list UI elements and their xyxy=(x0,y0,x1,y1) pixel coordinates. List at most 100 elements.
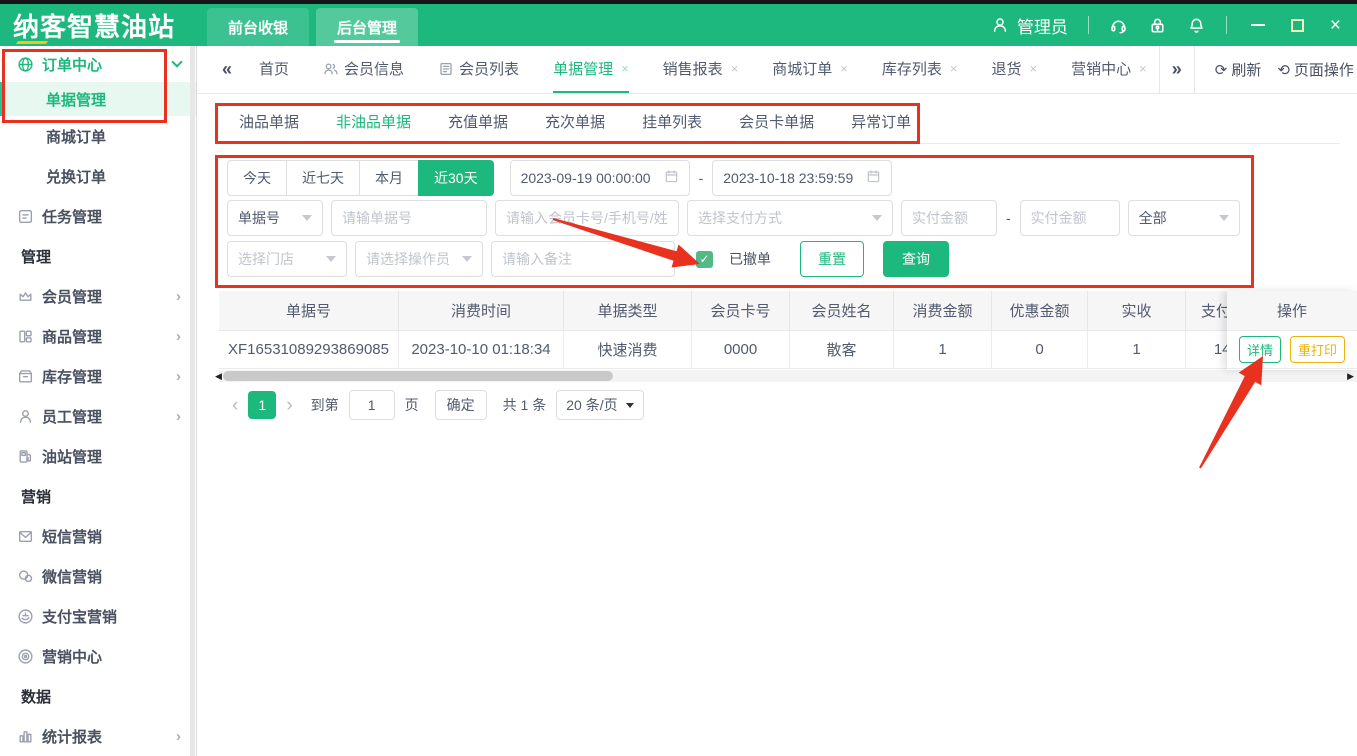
pay-method-select[interactable]: 选择支付方式 xyxy=(687,200,893,236)
cell-member-name: 散客 xyxy=(790,331,894,368)
tab-label: 单据管理 xyxy=(553,58,613,79)
tab-doc-manage[interactable]: 单据管理 × xyxy=(553,46,629,93)
nav-front-cashier[interactable]: 前台收银 xyxy=(207,8,309,46)
alipay-icon xyxy=(17,608,35,625)
sidebar-item-task-manage[interactable]: 任务管理 xyxy=(0,196,196,236)
chat-bubbles-icon xyxy=(17,568,35,585)
col-actions: 操作 xyxy=(1227,291,1357,331)
crown-icon xyxy=(17,288,35,305)
sidebar-item-mall-orders[interactable]: 商城订单 xyxy=(0,116,196,156)
sidebar-item-station-manage[interactable]: 油站管理 xyxy=(0,436,196,476)
member-search-input[interactable] xyxy=(495,200,679,236)
table-row[interactable]: XF16531089293869085 2023-10-10 01:18:34 … xyxy=(219,331,1357,369)
close-icon[interactable]: × xyxy=(621,61,629,76)
goto-confirm-button[interactable]: 确定 xyxy=(435,390,487,420)
sidebar-item-label: 库存管理 xyxy=(42,366,102,387)
scroll-right-icon[interactable]: ▶ xyxy=(1347,371,1354,381)
tab-member-list[interactable]: 会员列表 xyxy=(438,46,519,93)
sidebar-scrollbar[interactable] xyxy=(190,46,195,756)
date-start-input[interactable]: 2023-09-19 00:00:00 xyxy=(510,160,690,196)
range-today-button[interactable]: 今天 xyxy=(227,160,287,196)
page-1-button[interactable]: 1 xyxy=(248,391,276,419)
search-button[interactable]: 查询 xyxy=(883,241,949,277)
sidebar-item-order-center[interactable]: 订单中心 xyxy=(0,46,196,82)
sidebar-item-goods-manage[interactable]: 商品管理 › xyxy=(0,316,196,356)
page-ops-button[interactable]: ⟲ 页面操作 xyxy=(1277,59,1354,80)
next-page-icon[interactable]: › xyxy=(286,396,292,415)
amount-max-input[interactable] xyxy=(1020,200,1120,236)
cancelled-checkbox[interactable]: ✓ xyxy=(696,251,713,268)
close-button[interactable]: × xyxy=(1330,16,1341,35)
minimize-button[interactable] xyxy=(1251,24,1265,26)
sidebar-item-stat-reports[interactable]: 统计报表 › xyxy=(0,716,196,756)
range-month-button[interactable]: 本月 xyxy=(359,160,419,196)
date-end-input[interactable]: 2023-10-18 23:59:59 xyxy=(712,160,892,196)
date-end-value: 2023-10-18 23:59:59 xyxy=(723,170,853,186)
tab-returns[interactable]: 退货× xyxy=(992,46,1038,93)
tab-home[interactable]: 首页 xyxy=(259,46,289,93)
sidebar-item-exchange-orders[interactable]: 兑换订单 xyxy=(0,156,196,196)
col-card-no: 会员卡号 xyxy=(692,291,790,330)
sidebar-item-wechat-marketing[interactable]: 微信营销 xyxy=(0,556,196,596)
tab-stock-list[interactable]: 库存列表× xyxy=(882,46,958,93)
users-icon xyxy=(323,61,339,77)
topbar-nav: 前台收银 后台管理 xyxy=(207,8,425,46)
prev-page-icon[interactable]: ‹ xyxy=(232,396,238,415)
subtab-oil-docs[interactable]: 油品单据 xyxy=(237,104,301,144)
reprint-button[interactable]: 重打印 xyxy=(1290,336,1345,363)
sidebar-item-stock-manage[interactable]: 库存管理 › xyxy=(0,356,196,396)
close-icon[interactable]: × xyxy=(731,61,739,76)
doc-no-type-select[interactable]: 单据号 xyxy=(227,200,323,236)
refresh-button[interactable]: ⟳ 刷新 xyxy=(1215,59,1262,80)
table-hscrollbar[interactable]: ◀ ▶ xyxy=(219,370,1357,382)
sidebar-item-marketing-center[interactable]: 营销中心 xyxy=(0,636,196,676)
subtab-pending-list[interactable]: 挂单列表 xyxy=(640,104,704,144)
divider xyxy=(1194,46,1195,94)
sidebar-item-staff-manage[interactable]: 员工管理 › xyxy=(0,396,196,436)
detail-button[interactable]: 详情 xyxy=(1239,336,1281,363)
sidebar-item-label: 营销中心 xyxy=(42,646,102,667)
calendar-icon xyxy=(866,169,881,187)
collapse-tabs-icon[interactable]: « xyxy=(222,59,232,80)
reset-button[interactable]: 重置 xyxy=(800,241,864,277)
close-icon[interactable]: × xyxy=(950,61,958,76)
support-headset-icon[interactable] xyxy=(1109,16,1128,35)
status-select[interactable]: 全部 xyxy=(1128,200,1240,236)
subtab-member-card-docs[interactable]: 会员卡单据 xyxy=(737,104,816,144)
close-icon[interactable]: × xyxy=(840,61,848,76)
remark-input[interactable] xyxy=(491,241,675,277)
subtab-non-oil-docs[interactable]: 非油品单据 xyxy=(334,104,413,144)
amount-min-input[interactable] xyxy=(901,200,997,236)
tab-mall-orders[interactable]: 商城订单× xyxy=(772,46,848,93)
goto-page-input[interactable] xyxy=(349,390,395,420)
tab-marketing-center[interactable]: 营销中心× xyxy=(1071,46,1147,93)
doc-no-input[interactable] xyxy=(331,200,487,236)
page-size-select[interactable]: 20 条/页 xyxy=(556,390,643,420)
subtab-abnormal-orders[interactable]: 异常订单 xyxy=(849,104,913,144)
user-menu[interactable]: 管理员 xyxy=(991,13,1068,38)
maximize-button[interactable] xyxy=(1291,19,1304,32)
notification-bell-icon[interactable] xyxy=(1187,16,1206,35)
doc-type-tabs: 油品单据 非油品单据 充值单据 充次单据 挂单列表 会员卡单据 异常订单 xyxy=(219,104,1340,144)
sidebar-item-sms-marketing[interactable]: 短信营销 xyxy=(0,516,196,556)
subtab-times-docs[interactable]: 充次单据 xyxy=(543,104,607,144)
nav-back-admin[interactable]: 后台管理 xyxy=(316,8,418,46)
subtab-recharge-docs[interactable]: 充值单据 xyxy=(446,104,510,144)
scroll-left-icon[interactable]: ◀ xyxy=(215,371,222,381)
expand-tabs-icon[interactable]: » xyxy=(1172,59,1182,80)
sidebar-item-alipay-marketing[interactable]: 支付宝营销 xyxy=(0,596,196,636)
store-select[interactable]: 选择门店 xyxy=(227,241,347,277)
hscroll-thumb[interactable] xyxy=(223,371,613,381)
tab-member-info[interactable]: 会员信息 xyxy=(323,46,404,93)
close-icon[interactable]: × xyxy=(1030,61,1038,76)
sidebar-item-doc-manage[interactable]: 单据管理 xyxy=(0,82,196,116)
operator-select[interactable]: 请选择操作员 xyxy=(355,241,483,277)
range-30days-button[interactable]: 近30天 xyxy=(418,160,494,196)
sidebar-item-member-manage[interactable]: 会员管理 › xyxy=(0,276,196,316)
close-icon[interactable]: × xyxy=(1139,61,1147,76)
status-value: 全部 xyxy=(1139,208,1167,228)
range-7days-button[interactable]: 近七天 xyxy=(286,160,360,196)
tab-sales-report[interactable]: 销售报表× xyxy=(663,46,739,93)
tab-label: 首页 xyxy=(259,58,289,79)
lock-icon[interactable] xyxy=(1148,16,1167,35)
